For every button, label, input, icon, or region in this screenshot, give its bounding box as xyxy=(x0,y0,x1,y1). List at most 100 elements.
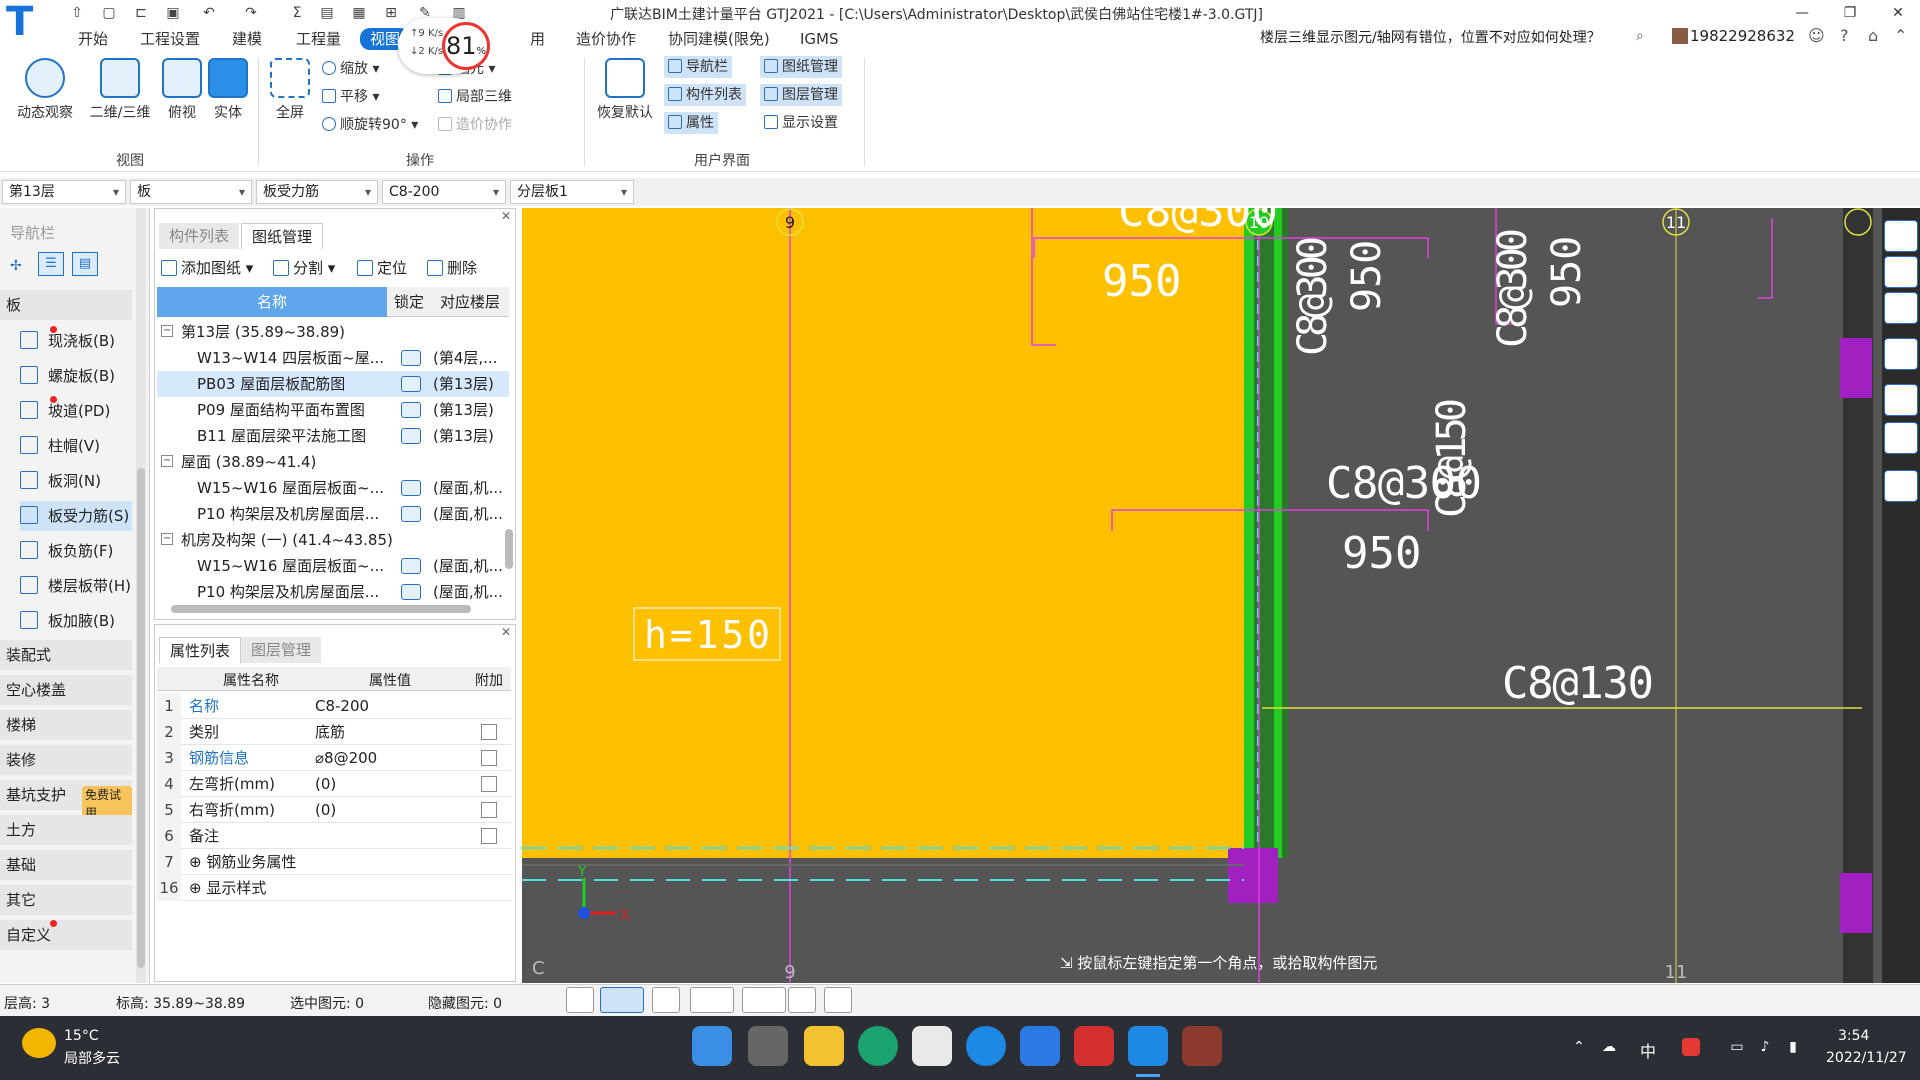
drawing-row[interactable]: W13~W14 四层板面~屋... (第4层,... xyxy=(157,345,509,371)
clock-time[interactable]: 3:54 xyxy=(1838,1028,1869,1044)
drawing-hscroll-thumb[interactable] xyxy=(171,605,471,613)
gtj-app-icon[interactable] xyxy=(1128,1026,1168,1066)
drawing-row[interactable]: W15~W16 屋面层板面~... (屋面,机... xyxy=(157,553,509,579)
file-explorer-icon[interactable] xyxy=(804,1026,844,1066)
lock-icon[interactable] xyxy=(401,428,421,444)
solid-button[interactable]: 实体 xyxy=(206,58,250,122)
col-lock[interactable]: 锁定 xyxy=(389,287,429,317)
property-row[interactable]: 2 类别 底筋 xyxy=(157,719,511,745)
property-extra-checkbox[interactable] xyxy=(481,776,497,792)
tray-expand-icon[interactable]: ⌃ xyxy=(1570,1038,1588,1056)
drawing-group-row[interactable]: − 第13层 (35.89~38.89) xyxy=(157,319,509,345)
weather-desc[interactable]: 局部多云 xyxy=(64,1048,120,1068)
pin-icon[interactable]: ✢ xyxy=(10,258,22,274)
nav-item-ramp[interactable]: 坡道(PD) xyxy=(20,396,132,426)
nav-item-spiral-slab[interactable]: 螺旋板(B) xyxy=(20,361,132,391)
nav-item-cast-slab[interactable]: 现浇板(B) xyxy=(20,326,132,356)
cross-snap-icon[interactable] xyxy=(652,987,680,1013)
user-phone[interactable]: 19822928632 xyxy=(1690,27,1795,45)
skin-icon[interactable]: ⌂ xyxy=(1868,26,1878,45)
weather-icon[interactable] xyxy=(22,1028,56,1058)
search-icon[interactable]: ⌕ xyxy=(1636,28,1644,44)
property-row[interactable]: 3 钢筋信息 ⌀8@200 xyxy=(157,745,511,771)
rotate-button[interactable]: 顺旋转90° ▾ xyxy=(322,114,418,136)
pan-button[interactable]: 平移 ▾ xyxy=(322,86,379,108)
drawing-row[interactable]: PB03 屋面层板配筋图 (第13层) xyxy=(157,371,509,397)
locate-button[interactable]: 定位 xyxy=(357,257,407,278)
nav-item-slab-rebar[interactable]: 板受力筋(S) xyxy=(20,501,132,531)
fullscreen-button[interactable]: 全屏 xyxy=(266,58,314,122)
property-row[interactable]: 16 ⊕ 显示样式 xyxy=(157,875,511,901)
lock-icon[interactable] xyxy=(401,480,421,496)
split-button[interactable]: 分割 ▾ xyxy=(273,257,335,278)
menu-igms[interactable]: IGMS xyxy=(800,28,839,50)
menu-cost-collab[interactable]: 造价协作 xyxy=(576,28,636,50)
tab-component-list[interactable]: 构件列表 xyxy=(159,223,240,249)
battery-icon[interactable]: ▮ xyxy=(1784,1038,1802,1056)
close-button[interactable]: ✕ xyxy=(1878,2,1918,24)
redo-icon[interactable]: ↷ xyxy=(240,3,262,23)
properties-toggle-button[interactable]: 属性 xyxy=(664,112,718,134)
drawing-group-row[interactable]: − 机房及构架 (一) (41.4~43.85) xyxy=(157,527,509,553)
ortho-icon[interactable] xyxy=(566,987,594,1013)
lock-icon[interactable] xyxy=(401,584,421,600)
col-name[interactable]: 名称 xyxy=(157,287,387,317)
nav-category-hollow[interactable]: 空心楼盖 xyxy=(0,675,132,705)
drawing-vscroll-thumb[interactable] xyxy=(505,529,513,569)
tab-layer-management[interactable]: 图层管理 xyxy=(241,637,322,663)
nav-item-slab-haunch[interactable]: 板加腋(B) xyxy=(20,606,132,636)
property-value[interactable]: (0) xyxy=(315,797,465,823)
property-row[interactable]: 4 左弯折(mm) (0) xyxy=(157,771,511,797)
save-icon[interactable]: ▣ xyxy=(162,3,184,23)
nav-category-stairs[interactable]: 楼梯 xyxy=(0,710,132,740)
remote-desktop-icon[interactable] xyxy=(1020,1026,1060,1066)
property-row[interactable]: 1 名称 C8-200 xyxy=(157,693,511,719)
collapse-icon[interactable]: − xyxy=(161,455,173,467)
edge-icon[interactable] xyxy=(858,1026,898,1066)
floor-select[interactable]: 第13层 xyxy=(2,180,126,204)
menu-use[interactable]: 用 xyxy=(530,28,545,50)
restore-button[interactable]: ❐ xyxy=(1830,2,1870,24)
nav-item-neg-rebar[interactable]: 板负筋(F) xyxy=(20,536,132,566)
table-icon[interactable]: ▦ xyxy=(348,3,370,23)
nav-category-pit-support[interactable]: 基坑支护 免费试用 xyxy=(0,780,132,822)
start-icon[interactable] xyxy=(692,1026,732,1066)
lock-icon[interactable] xyxy=(401,376,421,392)
nav-item-column-cap[interactable]: 柱帽(V) xyxy=(20,431,132,461)
menu-collab-modeling[interactable]: 协同建模(限免) xyxy=(668,28,770,50)
drawing-row[interactable]: W15~W16 屋面层板面~... (屋面,机... xyxy=(157,475,509,501)
formula-icon[interactable]: Σ xyxy=(286,3,308,23)
sogou-icon[interactable] xyxy=(1682,1038,1700,1056)
navbar-toggle-button[interactable]: 导航栏 xyxy=(664,56,732,78)
drawing-row[interactable]: B11 屋面层梁平法施工图 (第13层) xyxy=(157,423,509,449)
property-row[interactable]: 5 右弯折(mm) (0) xyxy=(157,797,511,823)
lock-icon[interactable] xyxy=(401,402,421,418)
property-extra-checkbox[interactable] xyxy=(481,828,497,844)
solid-view-icon[interactable] xyxy=(1884,338,1918,370)
nav-item-slab-hole[interactable]: 板洞(N) xyxy=(20,466,132,496)
property-extra-checkbox[interactable] xyxy=(481,802,497,818)
sub-type-select[interactable]: 板受力筋 xyxy=(256,180,378,204)
collapse-icon[interactable]: − xyxy=(161,325,173,337)
minimize-button[interactable]: — xyxy=(1782,2,1822,24)
lock-icon[interactable] xyxy=(401,506,421,522)
property-row[interactable]: 7 ⊕ 钢筋业务属性 xyxy=(157,849,511,875)
delete-button[interactable]: 删除 xyxy=(427,257,477,278)
collapse-ribbon-icon[interactable]: ⌃ xyxy=(1894,26,1907,45)
network-icon[interactable]: ▭ xyxy=(1728,1038,1746,1056)
help-question[interactable]: 楼层三维显示图元/轴网有错位，位置不对应如何处理？ xyxy=(1260,27,1700,47)
fit-screen-icon[interactable] xyxy=(1884,384,1918,416)
help-icon[interactable]: ? xyxy=(1840,26,1849,45)
expand-icon[interactable]: ⊕ xyxy=(189,853,206,871)
layer-slab-select[interactable]: 分层板1 xyxy=(510,180,634,204)
2d-3d-button[interactable]: 二维/三维 xyxy=(84,58,156,122)
property-row[interactable]: 6 备注 xyxy=(157,823,511,849)
expand-icon[interactable]: ⊕ xyxy=(189,879,206,897)
offset-icon[interactable] xyxy=(742,987,786,1013)
cad-canvas[interactable]: 9 10 11 9 11 C C8@300 950 C8@300 950 C8@… xyxy=(522,208,1882,983)
cube-3d-icon[interactable] xyxy=(1884,256,1918,288)
property-extra-checkbox[interactable] xyxy=(481,724,497,740)
property-value[interactable]: C8-200 xyxy=(315,693,465,719)
tab-drawing-management[interactable]: 图纸管理 xyxy=(241,223,324,249)
lock-icon[interactable] xyxy=(401,558,421,574)
